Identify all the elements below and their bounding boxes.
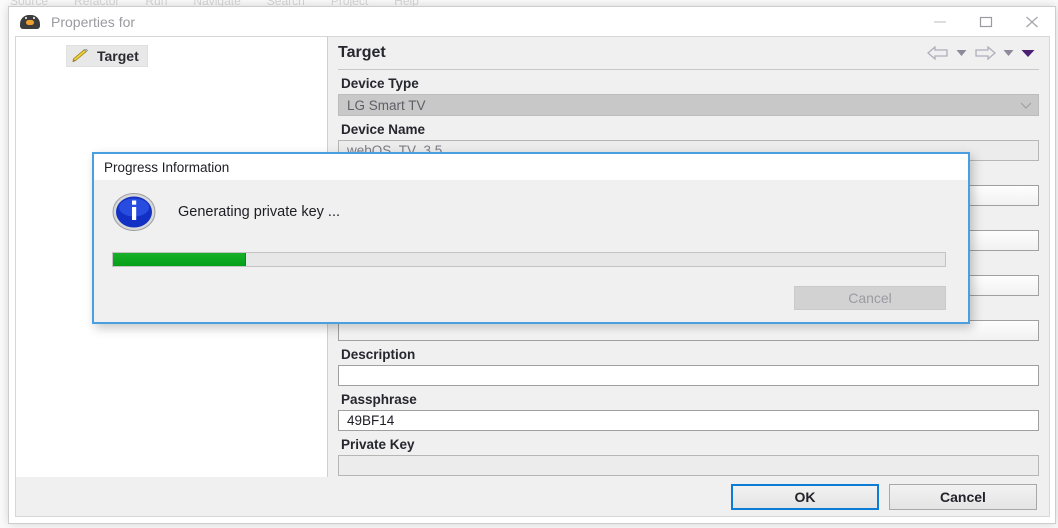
window-footer: OK Cancel	[15, 477, 1050, 517]
view-menu-chevron-down-filled-icon[interactable]	[1021, 49, 1035, 58]
navigation-icons	[927, 46, 1039, 60]
progress-bar	[112, 252, 946, 267]
penguin-app-icon	[19, 13, 41, 30]
detail-header: Target	[338, 37, 1039, 70]
ok-button[interactable]: OK	[731, 483, 879, 510]
label-passphrase: Passphrase	[341, 392, 417, 407]
passphrase-input[interactable]: 49BF14	[338, 410, 1039, 431]
progress-dialog-content: Generating private key ... Cancel	[94, 180, 968, 322]
progress-cancel-button[interactable]: Cancel	[794, 286, 946, 310]
back-menu-chevron-down-icon[interactable]	[956, 49, 967, 57]
chevron-down-icon	[1020, 102, 1032, 109]
description-input[interactable]	[338, 365, 1039, 386]
back-arrow-icon[interactable]	[927, 46, 949, 60]
progress-bar-fill	[113, 253, 247, 266]
info-icon	[112, 193, 156, 231]
pencil-icon	[72, 48, 89, 62]
page-title: Target	[338, 44, 386, 61]
label-private-key: Private Key	[341, 437, 415, 452]
label-description: Description	[341, 347, 416, 362]
close-icon[interactable]	[1009, 7, 1055, 36]
device-type-combo[interactable]: LG Smart TV	[338, 94, 1039, 116]
window-controls	[917, 7, 1055, 36]
forward-menu-chevron-down-icon[interactable]	[1003, 49, 1014, 57]
progress-dialog-titlebar: Progress Information	[94, 154, 968, 180]
maximize-icon[interactable]	[963, 7, 1009, 36]
sidebar-item-target[interactable]: Target	[66, 45, 148, 67]
window-titlebar: Properties for	[9, 7, 1055, 36]
sidebar-item-label: Target	[97, 48, 139, 64]
forward-arrow-icon[interactable]	[974, 46, 996, 60]
label-device-type: Device Type	[341, 76, 419, 91]
device-type-value: LG Smart TV	[347, 97, 426, 113]
cancel-button[interactable]: Cancel	[889, 483, 1037, 510]
label-device-name: Device Name	[341, 122, 426, 137]
window-title: Properties for	[51, 13, 136, 30]
progress-dialog-title: Progress Information	[104, 159, 230, 175]
progress-message-row: Generating private key ...	[94, 180, 968, 232]
minimize-icon[interactable]	[917, 7, 963, 36]
progress-information-dialog: Progress Information Generating private …	[92, 152, 970, 324]
private-key-input[interactable]	[338, 455, 1039, 476]
progress-message: Generating private key ...	[178, 204, 340, 220]
